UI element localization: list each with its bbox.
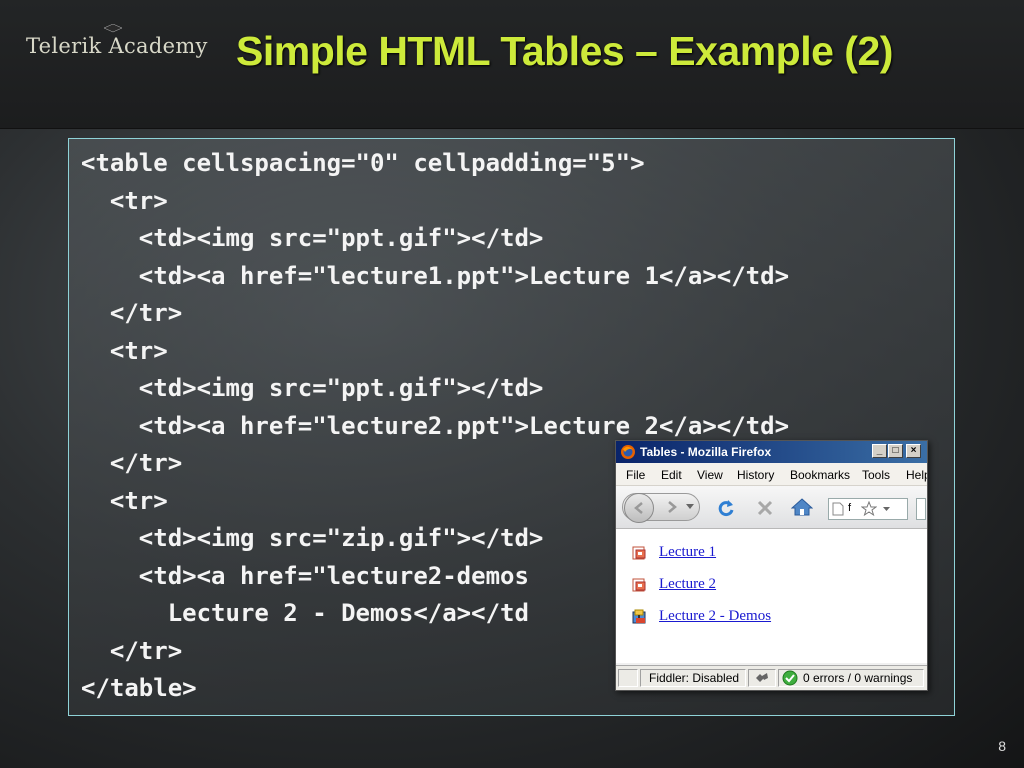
reload-icon[interactable] (716, 498, 736, 518)
firefox-window: Tables - Mozilla Firefox _ □ × File Edit… (615, 440, 928, 691)
code-line: </tr> (81, 637, 183, 665)
menu-file[interactable]: File (626, 468, 645, 482)
back-button[interactable] (624, 493, 654, 523)
fiddler-status[interactable]: Fiddler: Disabled (640, 669, 746, 687)
window-titlebar: Tables - Mozilla Firefox _ □ × (616, 441, 927, 463)
code-line: </tr> (81, 449, 183, 477)
history-dropdown-icon[interactable] (686, 504, 694, 510)
close-button[interactable]: × (906, 444, 921, 458)
zip-file-icon (632, 609, 646, 624)
url-text: f (848, 502, 852, 514)
code-line: <td><img src="ppt.gif"></td> (81, 224, 544, 252)
code-line: <td><a href="lecture1.ppt">Lecture 1</a>… (81, 262, 790, 290)
menu-history[interactable]: History (737, 468, 774, 482)
menu-edit[interactable]: Edit (661, 468, 682, 482)
status-cell (748, 669, 776, 687)
code-line: <td><img src="ppt.gif"></td> (81, 374, 544, 402)
code-line: <tr> (81, 337, 168, 365)
bookmark-star-icon[interactable] (861, 501, 877, 517)
page-icon (832, 502, 844, 516)
code-line: <table cellspacing="0" cellpadding="5"> (81, 149, 645, 177)
menu-help[interactable]: Help (906, 468, 927, 482)
window-title: Tables - Mozilla Firefox (640, 445, 772, 459)
forward-arrow-icon[interactable] (665, 500, 679, 514)
error-status-text: 0 errors / 0 warnings (803, 671, 913, 685)
lecture-2-link[interactable]: Lecture 2 (659, 576, 716, 593)
menu-bookmarks[interactable]: Bookmarks (790, 468, 850, 482)
page-number: 8 (998, 738, 1006, 754)
menu-view[interactable]: View (697, 468, 723, 482)
code-line: <tr> (81, 187, 168, 215)
code-line: <td><img src="zip.gif"></td> (81, 524, 544, 552)
lecture-1-link[interactable]: Lecture 1 (659, 544, 716, 561)
check-circle-icon (782, 670, 798, 686)
code-line: Lecture 2 - Demos</a></td (81, 599, 529, 627)
back-arrow-icon (634, 502, 643, 514)
code-line: <td><a href="lecture2.ppt">Lecture 2</a>… (81, 412, 790, 440)
code-line: </table> (81, 674, 197, 702)
graduation-cap-icon (104, 24, 122, 33)
firefox-icon (621, 445, 635, 459)
lecture-2-demos-link[interactable]: Lecture 2 - Demos (659, 608, 771, 625)
maximize-button[interactable]: □ (888, 444, 903, 458)
addon-icon[interactable] (754, 671, 770, 685)
minimize-button[interactable]: _ (872, 444, 887, 458)
url-dropdown-icon[interactable] (883, 507, 890, 512)
search-box[interactable] (916, 498, 926, 520)
menu-tools[interactable]: Tools (862, 468, 890, 482)
menu-bar: File Edit View History Bookmarks Tools H… (616, 463, 927, 486)
code-line: </tr> (81, 299, 183, 327)
code-line: <td><a href="lecture2-demos (81, 562, 529, 590)
ppt-file-icon (632, 546, 646, 560)
address-bar[interactable]: f (828, 498, 908, 520)
telerik-academy-logo: Telerik Academy (26, 24, 208, 58)
error-status[interactable]: 0 errors / 0 warnings (778, 669, 924, 687)
code-line: <tr> (81, 487, 168, 515)
home-icon[interactable] (791, 497, 813, 517)
logo-text: Telerik Academy (26, 34, 208, 58)
slide-title: Simple HTML Tables – Example (2) (236, 28, 893, 74)
stop-icon[interactable] (756, 499, 774, 517)
navigation-toolbar: f (616, 486, 927, 529)
ppt-file-icon (632, 578, 646, 592)
status-bar: Fiddler: Disabled 0 errors / 0 warnings (616, 665, 927, 690)
status-cell (618, 669, 638, 687)
page-content: Lecture 1 Lecture 2 Lecture 2 - Demos (616, 529, 927, 663)
